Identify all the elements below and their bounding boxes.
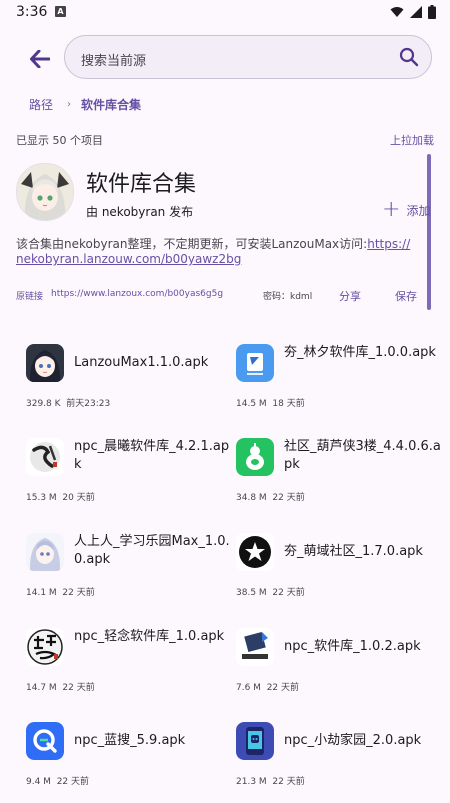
- anime-girl-icon: [17, 164, 73, 220]
- file-size: 329.8 K: [26, 399, 61, 409]
- file-time: 22 天前: [272, 777, 305, 787]
- file-size: 14.1 M: [26, 588, 57, 598]
- file-meta: 14.5 M 18 天前: [236, 396, 305, 409]
- battery-icon: [428, 5, 436, 19]
- search-input[interactable]: 搜索当前源: [64, 35, 432, 79]
- search-q-icon: [26, 722, 64, 760]
- status-icons: [390, 5, 436, 19]
- breadcrumb-separator: ›: [67, 99, 72, 110]
- file-card[interactable]: npc_小劫家园_2.0.apk 21.3 M 22 天前: [236, 708, 436, 803]
- file-size: 21.3 M: [236, 777, 267, 787]
- arrow-back-icon: [30, 50, 50, 68]
- file-name: 人上人_学习乐园Max_1.0.0.apk: [74, 534, 230, 567]
- file-size: 14.5 M: [236, 399, 267, 409]
- search-placeholder: 搜索当前源: [81, 54, 147, 69]
- description-text: 该合集由nekobyran整理，不定期更新，可安装LanzouMax访问:: [16, 237, 368, 251]
- file-time: 22 天前: [62, 588, 95, 598]
- breadcrumb-root[interactable]: 路径: [29, 96, 53, 113]
- file-size: 34.8 M: [236, 493, 267, 503]
- file-name: LanzouMax1.1.0.apk: [74, 355, 209, 370]
- file-name: npc_晨曦软件库_4.2.1.apk: [74, 439, 230, 472]
- file-card[interactable]: 夯_林夕软件库_1.0.0.apk 14.5 M 18 天前: [236, 330, 436, 425]
- file-time: 18 天前: [272, 399, 305, 409]
- file-time: 22 天前: [272, 493, 305, 503]
- back-button[interactable]: [24, 44, 56, 74]
- file-name: npc_软件库_1.0.2.apk: [284, 639, 421, 654]
- status-time: 3:36: [16, 4, 48, 20]
- description-link[interactable]: https://: [367, 237, 410, 251]
- file-time: 前天23:23: [66, 399, 111, 409]
- calligraphy-icon: [26, 628, 64, 666]
- file-meta: 38.5 M 22 天前: [236, 585, 305, 598]
- save-button[interactable]: 保存: [395, 288, 417, 304]
- file-meta: 329.8 K 前天23:23: [26, 396, 110, 409]
- pull-load-link[interactable]: 上拉加载: [390, 132, 434, 148]
- password-text: 密码：kdml: [263, 292, 313, 302]
- file-card[interactable]: npc_轻念软件库_1.0.apk 14.7 M 22 天前: [26, 614, 226, 709]
- add-label: 添加: [406, 203, 431, 218]
- file-time: 22 天前: [56, 777, 90, 787]
- file-name: npc_轻念软件库_1.0.apk: [74, 629, 225, 644]
- anime-girl-icon: [26, 533, 64, 571]
- file-meta: 21.3 M 22 天前: [236, 774, 305, 787]
- file-card[interactable]: LanzouMax1.1.0.apk 329.8 K 前天23:23: [26, 330, 226, 425]
- file-time: 22 天前: [266, 683, 300, 693]
- anime-girl-icon: [26, 344, 64, 382]
- notification-icon: A: [55, 6, 66, 17]
- collection-description: 该合集由nekobyran整理，不定期更新，可安装LanzouMax访问:htt…: [16, 237, 426, 267]
- file-card[interactable]: 社区_葫芦侠3楼_4.4.0.6.apk 34.8 M 22 天前: [236, 424, 441, 519]
- ink-calligraphy-icon: [26, 438, 64, 476]
- file-card[interactable]: npc_软件库_1.0.2.apk 7.6 M 22 天前: [236, 614, 436, 709]
- file-size: 7.6 M: [236, 683, 261, 693]
- collection-owner: 由 nekobyran 发布: [86, 205, 194, 219]
- file-meta: 15.3 M 20 天前: [26, 490, 95, 503]
- collection-avatar: [16, 163, 74, 221]
- file-meta: 14.1 M 22 天前: [26, 585, 95, 598]
- file-meta: 34.8 M 22 天前: [236, 490, 305, 503]
- file-name: 夯_林夕软件库_1.0.0.apk: [284, 345, 436, 360]
- original-link-label: 原链接: [16, 292, 44, 302]
- original-link-url[interactable]: https://www.lanzoux.com/b00yas6g5g: [51, 289, 223, 299]
- file-card[interactable]: 夯_萌域社区_1.7.0.apk 38.5 M 22 天前: [236, 519, 436, 614]
- file-time: 20 天前: [62, 493, 95, 503]
- item-count: 已显示 50 个项目: [16, 134, 103, 147]
- description-link-cont[interactable]: nekobyran.lanzouw.com/b00yawz2bg: [16, 252, 241, 266]
- status-bar: 3:36 A: [0, 0, 450, 24]
- file-name: 社区_葫芦侠3楼_4.4.0.6.apk: [284, 439, 441, 472]
- file-size: 14.7 M: [26, 683, 57, 693]
- scrollbar[interactable]: [427, 154, 431, 310]
- wifi-icon: [390, 7, 404, 17]
- collection-title: 软件库合集: [86, 172, 197, 197]
- file-meta: 14.7 M 22 天前: [26, 680, 95, 693]
- file-size: 9.4 M: [26, 777, 51, 787]
- search-icon[interactable]: [399, 47, 419, 67]
- breadcrumb: 路径 › 软件库合集: [29, 96, 141, 113]
- file-meta: 9.4 M 22 天前: [26, 774, 89, 787]
- star-icon: [236, 533, 274, 571]
- add-button[interactable]: + 添加: [382, 197, 431, 222]
- blue-app-icon: [236, 344, 274, 382]
- signal-icon: [410, 6, 422, 18]
- file-card[interactable]: npc_蓝搜_5.9.apk 9.4 M 22 天前: [26, 708, 226, 803]
- cube-logo-icon: [236, 628, 274, 666]
- phone-robot-icon: [236, 722, 274, 760]
- file-name: npc_蓝搜_5.9.apk: [74, 733, 186, 748]
- file-time: 22 天前: [62, 683, 95, 693]
- file-card[interactable]: 人上人_学习乐园Max_1.0.0.apk 14.1 M 22 天前: [26, 519, 230, 614]
- file-size: 38.5 M: [236, 588, 267, 598]
- file-name: npc_小劫家园_2.0.apk: [284, 733, 422, 748]
- share-button[interactable]: 分享: [339, 288, 361, 304]
- file-card[interactable]: npc_晨曦软件库_4.2.1.apk 15.3 M 20 天前: [26, 424, 229, 519]
- breadcrumb-current[interactable]: 软件库合集: [81, 96, 141, 113]
- file-size: 15.3 M: [26, 493, 57, 503]
- file-name: 夯_萌域社区_1.7.0.apk: [284, 544, 423, 559]
- plus-icon: +: [382, 197, 401, 222]
- file-time: 22 天前: [272, 588, 305, 598]
- file-meta: 7.6 M 22 天前: [236, 680, 299, 693]
- gourd-icon: [236, 438, 274, 476]
